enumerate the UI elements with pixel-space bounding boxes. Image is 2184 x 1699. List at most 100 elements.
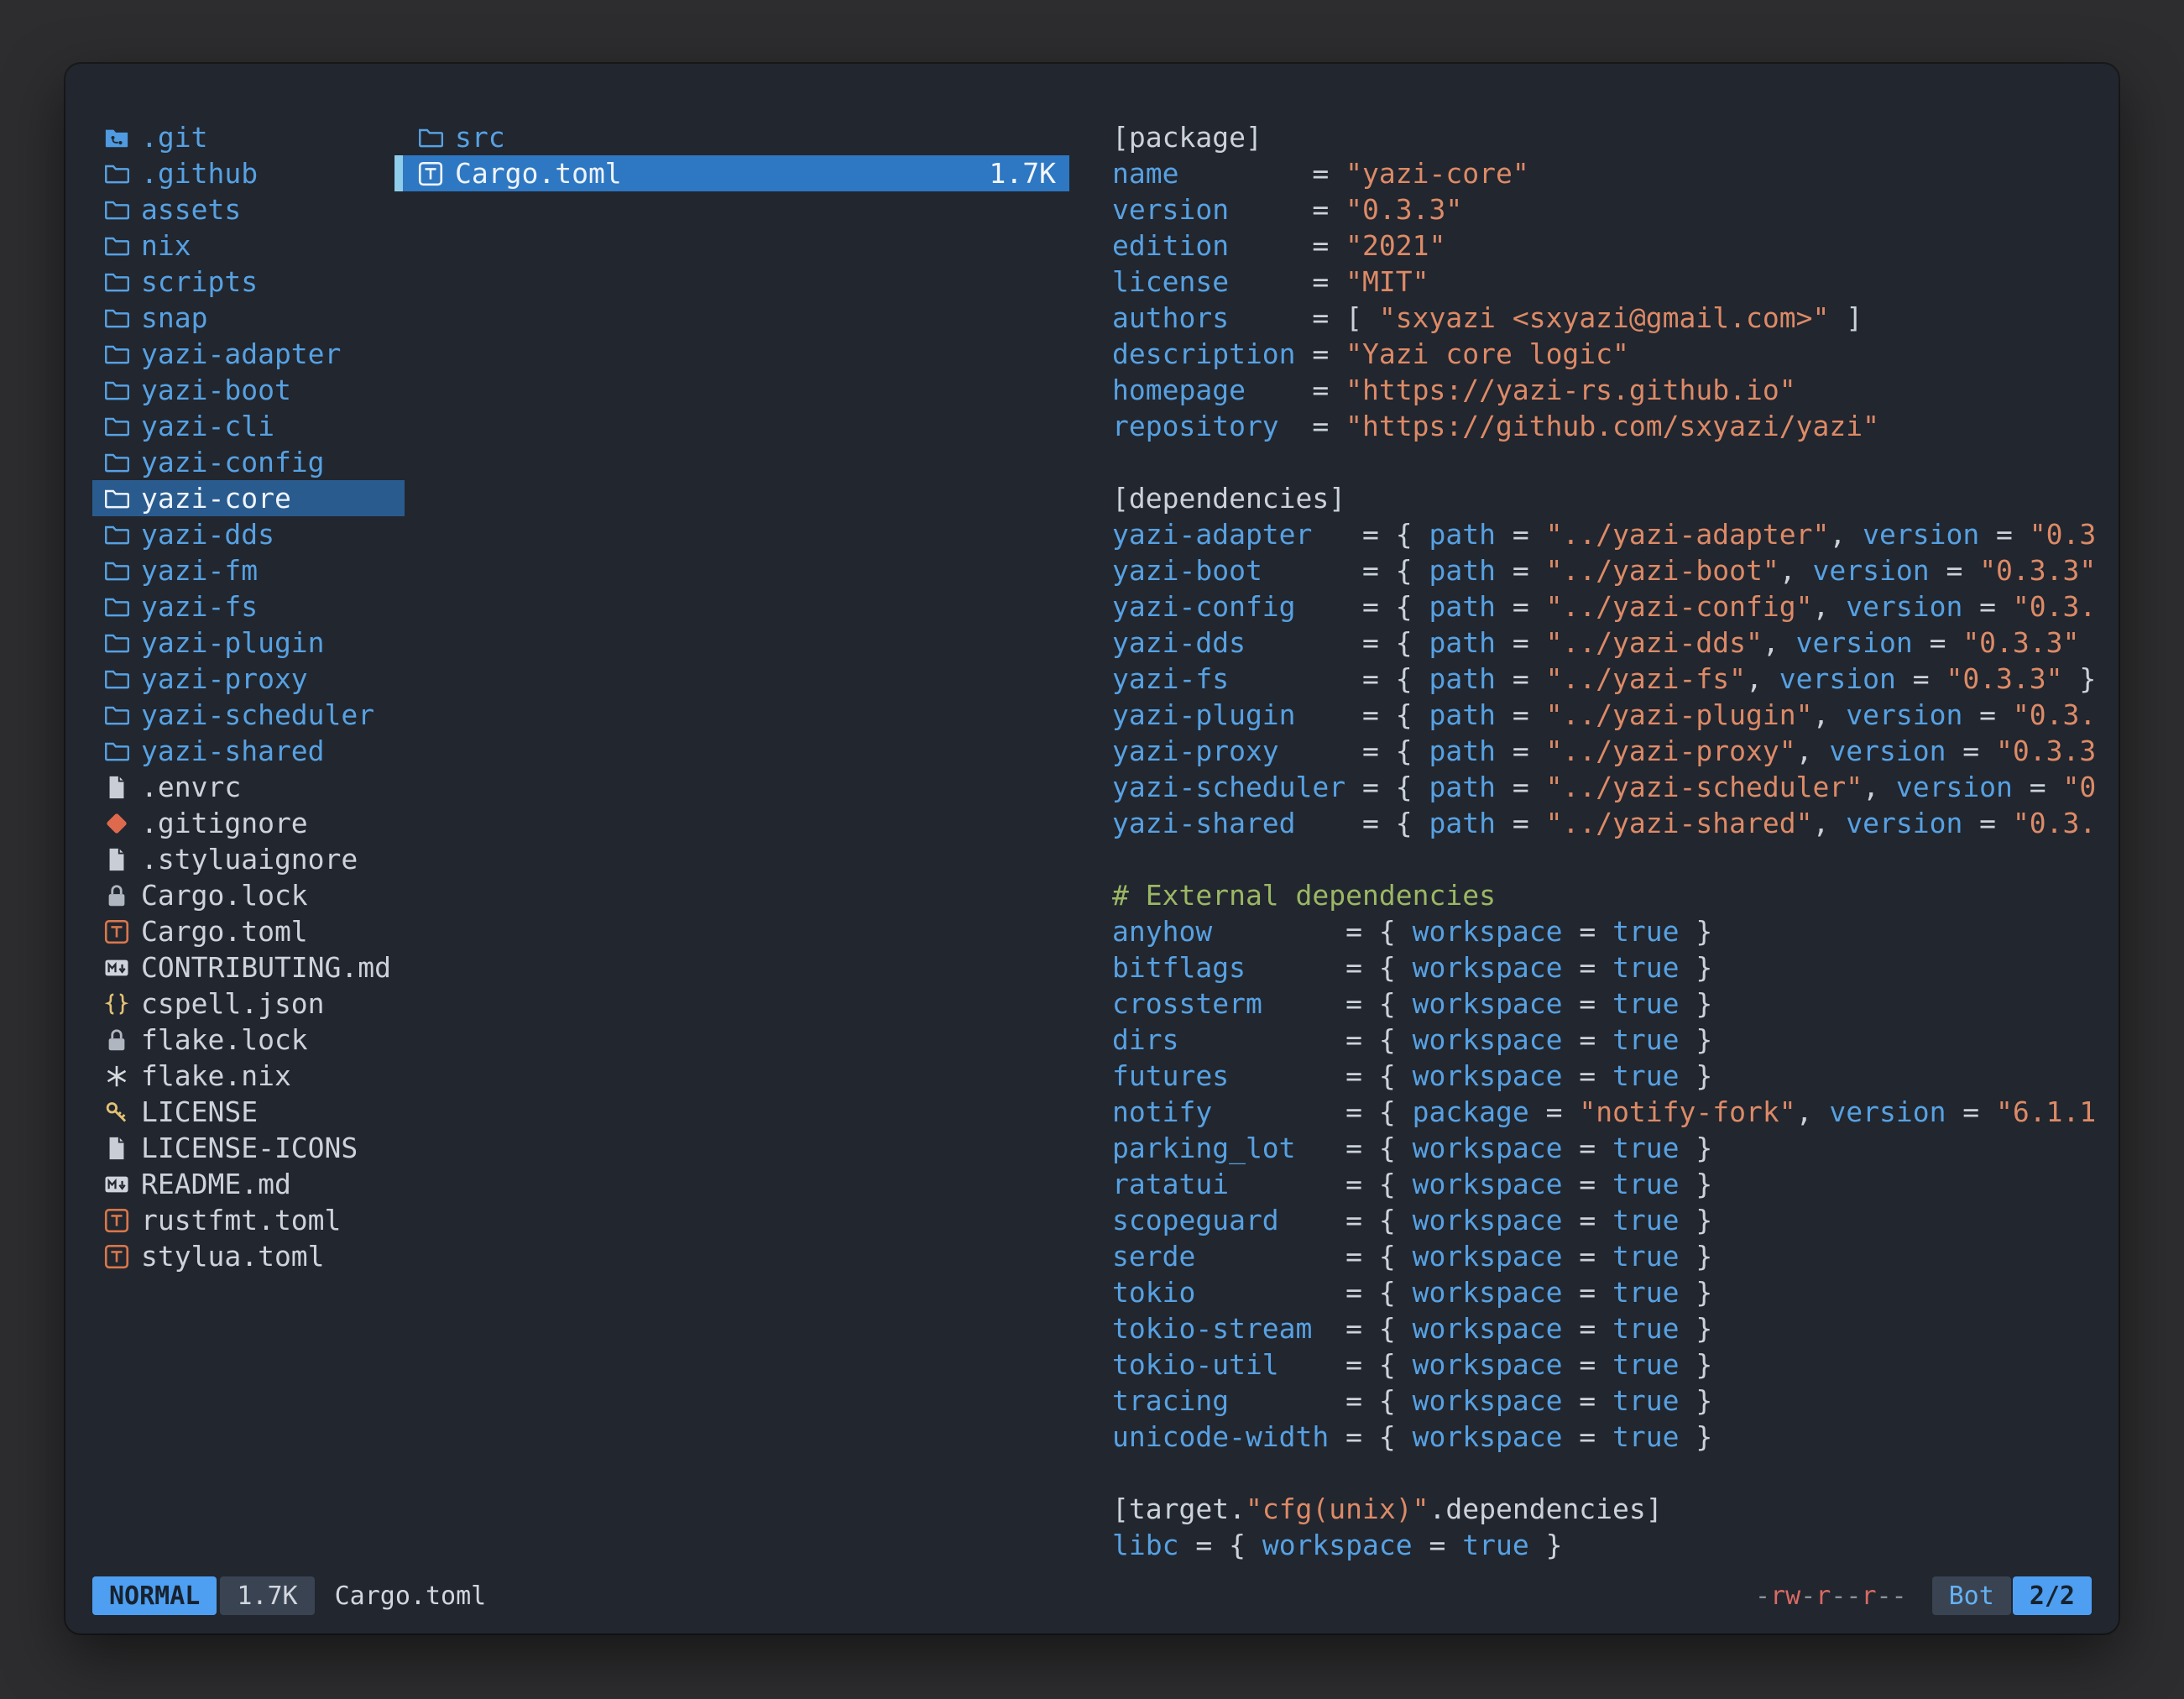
folder-icon <box>104 630 138 656</box>
toml-icon <box>104 1208 138 1233</box>
preview-line: homepage = "https://yazi-rs.github.io" <box>1112 372 2113 408</box>
folder-icon <box>104 522 138 547</box>
file-row-yazi-fs[interactable]: yazi-fs <box>92 588 405 625</box>
preview-line: tracing = { workspace = true } <box>1112 1383 2113 1419</box>
folder-icon <box>104 739 138 764</box>
preview-line: ratatui = { workspace = true } <box>1112 1166 2113 1202</box>
file-name: LICENSE-ICONS <box>141 1130 358 1166</box>
status-bar: NORMAL 1.7K Cargo.toml -rw-r--r-- Bot 2/… <box>92 1576 2092 1615</box>
preview-line <box>1112 841 2113 877</box>
preview-line: # External dependencies <box>1112 877 2113 913</box>
file-name: LICENSE <box>141 1094 258 1130</box>
file-row-yazi-adapter[interactable]: yazi-adapter <box>92 336 405 372</box>
file-row-.styluaignore[interactable]: .styluaignore <box>92 841 405 877</box>
file-name: flake.lock <box>141 1022 308 1058</box>
preview-line: version = "0.3.3" <box>1112 191 2113 227</box>
preview-line: yazi-proxy = { path = "../yazi-proxy", v… <box>1112 733 2113 769</box>
file-row-LICENSE[interactable]: LICENSE <box>92 1094 405 1130</box>
file-row-snap[interactable]: snap <box>92 300 405 336</box>
status-filename: Cargo.toml <box>335 1578 487 1614</box>
file-row-.github[interactable]: .github <box>92 155 405 191</box>
preview-line: tokio-util = { workspace = true } <box>1112 1346 2113 1383</box>
status-bar-right: -rw-r--r-- Bot 2/2 <box>1755 1576 2092 1615</box>
current-pane[interactable]: srcCargo.toml 1.7K <box>394 119 1069 1546</box>
preview-line: crossterm = { workspace = true } <box>1112 985 2113 1022</box>
file-name: yazi-cli <box>141 408 274 444</box>
file-row-yazi-dds[interactable]: yazi-dds <box>92 516 405 552</box>
folder-icon <box>104 594 138 619</box>
file-name: yazi-fs <box>141 588 258 625</box>
folder-icon <box>104 306 138 331</box>
file-name: Cargo.toml <box>455 155 622 191</box>
preview-line: [package] <box>1112 119 2113 155</box>
file-name: scripts <box>141 264 258 300</box>
file-row-yazi-fm[interactable]: yazi-fm <box>92 552 405 588</box>
file-row-Cargo.toml[interactable]: Cargo.toml 1.7K <box>394 155 1069 191</box>
preview-line: bitflags = { workspace = true } <box>1112 949 2113 985</box>
file-row-yazi-core[interactable]: yazi-core <box>92 480 405 516</box>
folder-icon <box>104 378 138 403</box>
file-row-scripts[interactable]: scripts <box>92 264 405 300</box>
toml-icon <box>104 1244 138 1269</box>
file-name: yazi-dds <box>141 516 274 552</box>
file-name: .github <box>141 155 258 191</box>
file-name: yazi-core <box>141 480 291 516</box>
preview-line: yazi-shared = { path = "../yazi-shared",… <box>1112 805 2113 841</box>
file-row-yazi-proxy[interactable]: yazi-proxy <box>92 661 405 697</box>
file-row-CONTRIBUTING.md[interactable]: CONTRIBUTING.md <box>92 949 405 985</box>
preview-line: unicode-width = { workspace = true } <box>1112 1419 2113 1455</box>
preview-line: scopeguard = { workspace = true } <box>1112 1202 2113 1238</box>
preview-pane[interactable]: [package]name = "yazi-core"version = "0.… <box>1112 119 2113 1580</box>
file-name: .styluaignore <box>141 841 358 877</box>
file-row-.envrc[interactable]: .envrc <box>92 769 405 805</box>
file-row-yazi-cli[interactable]: yazi-cli <box>92 408 405 444</box>
preview-line: [dependencies] <box>1112 480 2113 516</box>
file-row-flake.nix[interactable]: flake.nix <box>92 1058 405 1094</box>
folder-icon <box>104 233 138 259</box>
folder-icon <box>104 667 138 692</box>
file-size: 1.7K <box>990 155 1056 191</box>
file-name: yazi-shared <box>141 733 325 769</box>
preview-line: libc = { workspace = true } <box>1112 1527 2113 1563</box>
file-row-yazi-shared[interactable]: yazi-shared <box>92 733 405 769</box>
file-name: CONTRIBUTING.md <box>141 949 391 985</box>
preview-line: yazi-boot = { path = "../yazi-boot", ver… <box>1112 552 2113 588</box>
file-row-yazi-scheduler[interactable]: yazi-scheduler <box>92 697 405 733</box>
file-permissions: -rw-r--r-- <box>1755 1578 1907 1614</box>
preview-line: yazi-fs = { path = "../yazi-fs", version… <box>1112 661 2113 697</box>
file-name: rustfmt.toml <box>141 1202 341 1238</box>
file-row-nix[interactable]: nix <box>92 227 405 264</box>
folder-icon <box>104 703 138 728</box>
parent-pane[interactable]: .git.githubassetsnixscriptssnapyazi-adap… <box>92 119 405 1546</box>
file-row-.git[interactable]: .git <box>92 119 405 155</box>
license-icon <box>104 1100 138 1125</box>
file-row-README.md[interactable]: README.md <box>92 1166 405 1202</box>
file-row-yazi-config[interactable]: yazi-config <box>92 444 405 480</box>
file-row-.gitignore[interactable]: .gitignore <box>92 805 405 841</box>
file-row-stylua.toml[interactable]: stylua.toml <box>92 1238 405 1274</box>
preview-line: yazi-dds = { path = "../yazi-dds", versi… <box>1112 625 2113 661</box>
file-counter: 2/2 <box>2013 1576 2092 1615</box>
preview-line: description = "Yazi core logic" <box>1112 336 2113 372</box>
file-row-yazi-plugin[interactable]: yazi-plugin <box>92 625 405 661</box>
file-row-src[interactable]: src <box>394 119 1069 155</box>
file-row-flake.lock[interactable]: flake.lock <box>92 1022 405 1058</box>
file-row-Cargo.toml[interactable]: Cargo.toml <box>92 913 405 949</box>
file-name: Cargo.lock <box>141 877 308 913</box>
file-name: assets <box>141 191 241 227</box>
file-row-yazi-boot[interactable]: yazi-boot <box>92 372 405 408</box>
file-row-Cargo.lock[interactable]: Cargo.lock <box>92 877 405 913</box>
file-row-LICENSE-ICONS[interactable]: LICENSE-ICONS <box>92 1130 405 1166</box>
file-row-rustfmt.toml[interactable]: rustfmt.toml <box>92 1202 405 1238</box>
json-icon <box>104 991 138 1017</box>
folder-icon <box>104 161 138 186</box>
toml-icon <box>104 919 138 944</box>
preview-line: authors = [ "sxyazi <sxyazi@gmail.com>" … <box>1112 300 2113 336</box>
file-name: README.md <box>141 1166 291 1202</box>
file-name: nix <box>141 227 191 264</box>
preview-line <box>1112 444 2113 480</box>
preview-line: name = "yazi-core" <box>1112 155 2113 191</box>
toml-icon <box>418 161 452 186</box>
file-row-cspell.json[interactable]: cspell.json <box>92 985 405 1022</box>
file-row-assets[interactable]: assets <box>92 191 405 227</box>
